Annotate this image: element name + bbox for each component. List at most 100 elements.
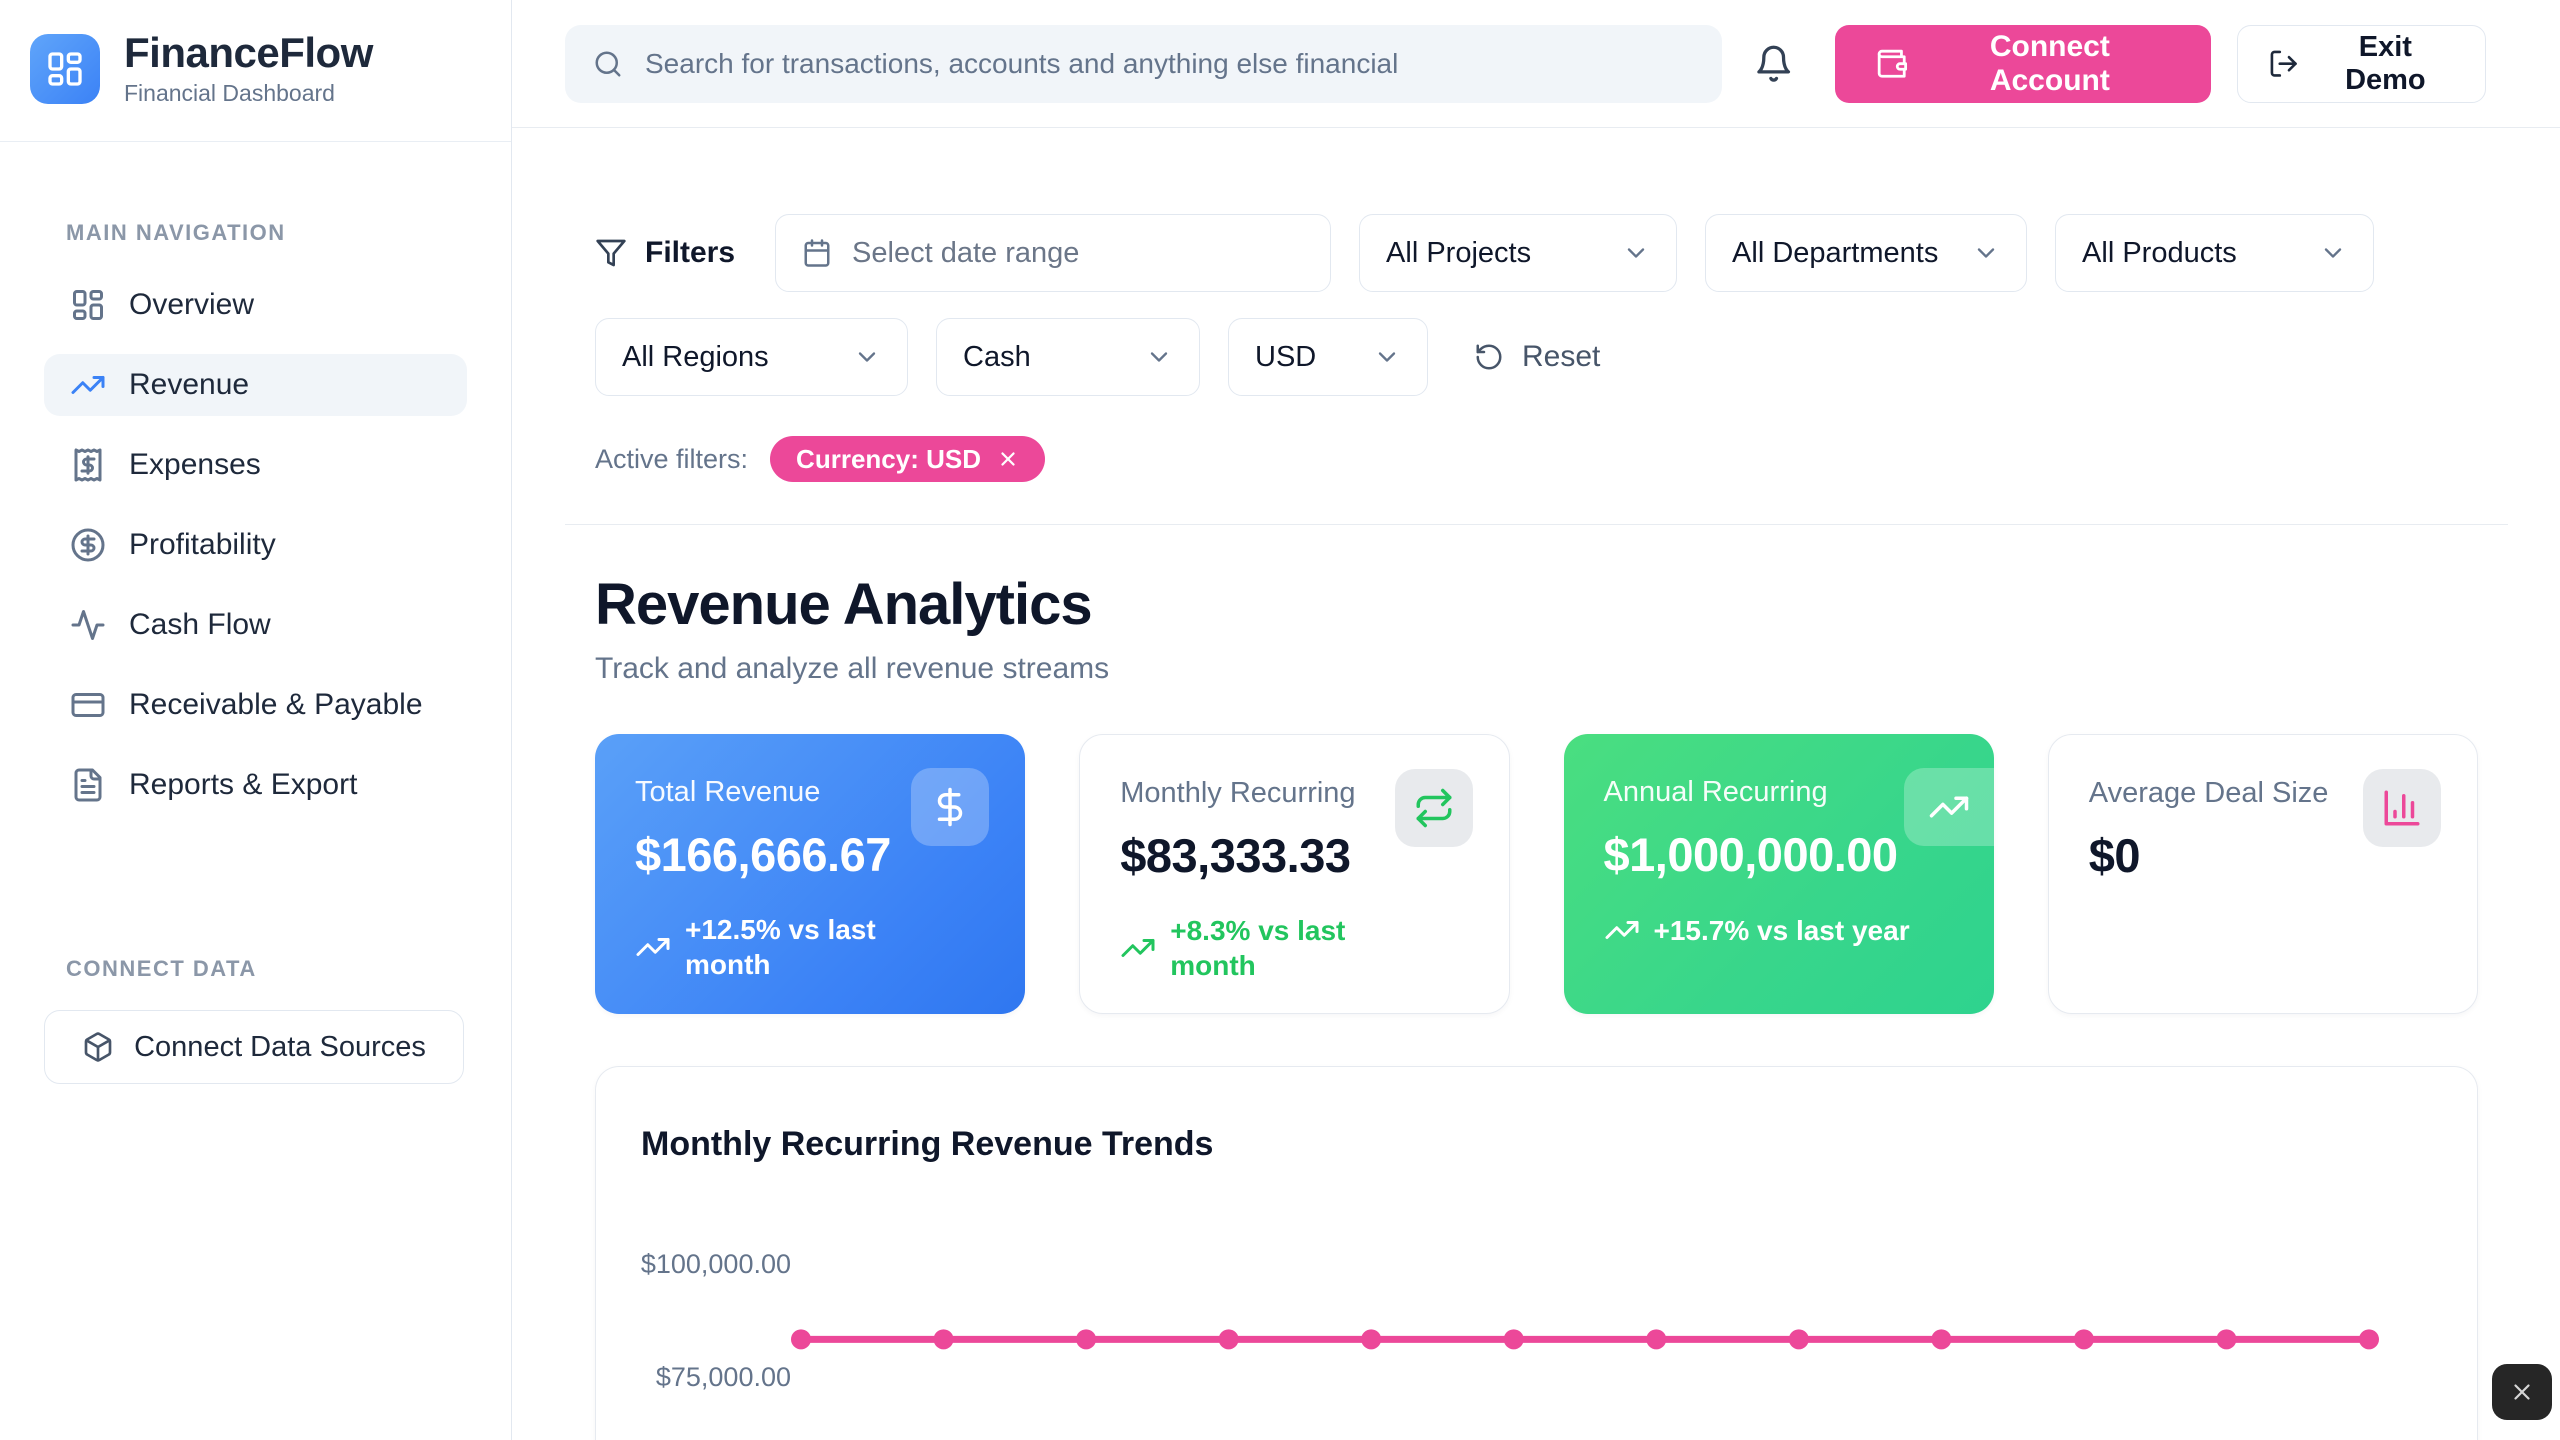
metric-card-monthly-recurring: Monthly Recurring $83,333.33 +8.3% vs la… bbox=[1079, 734, 1509, 1014]
products-select[interactable]: All Products bbox=[2055, 214, 2374, 292]
chevron-down-icon bbox=[1373, 343, 1401, 371]
search-icon bbox=[593, 49, 623, 79]
chart-point bbox=[1076, 1329, 1096, 1349]
sidebar-item-cash-flow[interactable]: Cash Flow bbox=[44, 594, 467, 656]
chart-point bbox=[1219, 1329, 1239, 1349]
metric-card-annual-recurring: Annual Recurring $1,000,000.00 +15.7% vs… bbox=[1564, 734, 1994, 1014]
sidebar-item-expenses[interactable]: Expenses bbox=[44, 434, 467, 496]
filters-row-2: All Regions Cash USD Reset bbox=[595, 318, 2478, 396]
currency-select[interactable]: USD bbox=[1228, 318, 1428, 396]
metric-change: +12.5% vs last month bbox=[635, 912, 985, 982]
chart-point bbox=[1646, 1329, 1666, 1349]
close-icon bbox=[2509, 1379, 2535, 1405]
connect-account-button[interactable]: Connect Account bbox=[1835, 25, 2211, 103]
section-divider bbox=[565, 524, 2508, 525]
exit-demo-button[interactable]: Exit Demo bbox=[2237, 25, 2486, 103]
chart-point bbox=[1361, 1329, 1381, 1349]
floating-close-button[interactable] bbox=[2492, 1364, 2552, 1420]
dollar-sign-icon bbox=[929, 786, 971, 828]
sidebar-item-profitability[interactable]: Profitability bbox=[44, 514, 467, 576]
file-text-icon bbox=[70, 767, 106, 803]
connect-section-label: CONNECT DATA bbox=[66, 956, 511, 982]
close-icon[interactable] bbox=[997, 448, 1019, 470]
reset-label: Reset bbox=[1522, 340, 1600, 374]
y-axis-tick-label: $75,000.00 bbox=[656, 1362, 791, 1392]
trending-up-icon bbox=[1120, 930, 1156, 966]
chart-point bbox=[2074, 1329, 2094, 1349]
trending-up-icon bbox=[70, 367, 106, 403]
search-input[interactable] bbox=[645, 48, 1694, 80]
page-title: Revenue Analytics bbox=[595, 571, 2478, 638]
metric-icon-box bbox=[2363, 769, 2441, 847]
chevron-down-icon bbox=[1622, 239, 1650, 267]
metric-icon-box bbox=[1395, 769, 1473, 847]
connect-data-sources-label: Connect Data Sources bbox=[134, 1031, 426, 1064]
chart-point bbox=[1931, 1329, 1951, 1349]
metric-value: $1,000,000.00 bbox=[1604, 827, 1954, 882]
chart-point bbox=[1504, 1329, 1524, 1349]
sidebar-item-label: Expenses bbox=[129, 448, 261, 482]
trending-up-icon bbox=[635, 929, 671, 965]
financeflow-app: { "brand": { "name": "FinanceFlow", "sub… bbox=[0, 0, 2560, 1440]
chevron-down-icon bbox=[2319, 239, 2347, 267]
currency-filter-chip[interactable]: Currency: USD bbox=[770, 436, 1045, 482]
trending-up-icon bbox=[1928, 786, 1970, 828]
reset-filters-button[interactable]: Reset bbox=[1474, 340, 1600, 374]
app-logo bbox=[30, 34, 100, 104]
date-range-input[interactable]: Select date range bbox=[775, 214, 1331, 292]
active-filters-label: Active filters: bbox=[595, 444, 748, 475]
page-subtitle: Track and analyze all revenue streams bbox=[595, 652, 2478, 686]
main-navigation: Overview Revenue Expenses Profitability … bbox=[0, 274, 511, 816]
chevron-down-icon bbox=[853, 343, 881, 371]
connect-account-label: Connect Account bbox=[1928, 30, 2171, 98]
sidebar-item-label: Cash Flow bbox=[129, 608, 271, 642]
mrr-line-chart: $100,000.00$75,000.00$50,000.00 bbox=[596, 1067, 2478, 1440]
filters-row-1: Filters Select date range All Projects A… bbox=[595, 214, 2478, 292]
global-search[interactable] bbox=[565, 25, 1722, 103]
chart-point bbox=[2359, 1329, 2379, 1349]
app-subtitle: Financial Dashboard bbox=[124, 80, 373, 107]
metric-label: Annual Recurring bbox=[1604, 776, 1954, 809]
regions-select[interactable]: All Regions bbox=[595, 318, 908, 396]
notifications-bell-icon[interactable] bbox=[1754, 44, 1793, 84]
chevron-down-icon bbox=[1145, 343, 1173, 371]
metric-change: +8.3% vs last month bbox=[1120, 913, 1468, 983]
mrr-trends-chart-card: Monthly Recurring Revenue Trends $100,00… bbox=[595, 1066, 2478, 1440]
credit-card-icon bbox=[70, 687, 106, 723]
payment-method-select[interactable]: Cash bbox=[936, 318, 1200, 396]
departments-select[interactable]: All Departments bbox=[1705, 214, 2027, 292]
chart-point bbox=[934, 1329, 954, 1349]
projects-select[interactable]: All Projects bbox=[1359, 214, 1677, 292]
chart-point bbox=[1789, 1329, 1809, 1349]
active-filters-row: Active filters: Currency: USD bbox=[595, 436, 2478, 482]
metric-card-average-deal-size: Average Deal Size $0 bbox=[2048, 734, 2478, 1014]
nav-section-label: MAIN NAVIGATION bbox=[66, 220, 511, 246]
sidebar-item-receivable-payable[interactable]: Receivable & Payable bbox=[44, 674, 467, 736]
chevron-down-icon bbox=[1972, 239, 2000, 267]
sidebar-item-label: Profitability bbox=[129, 528, 276, 562]
top-header: Connect Account Exit Demo bbox=[512, 0, 2560, 128]
chart-point bbox=[791, 1329, 811, 1349]
rotate-ccw-icon bbox=[1474, 342, 1504, 372]
sidebar-item-revenue[interactable]: Revenue bbox=[44, 354, 467, 416]
funnel-icon bbox=[595, 237, 627, 269]
metric-change: +15.7% vs last year bbox=[1604, 912, 1954, 948]
layout-dashboard-icon bbox=[45, 49, 85, 89]
date-range-placeholder: Select date range bbox=[852, 237, 1079, 270]
wallet-icon bbox=[1875, 47, 1908, 81]
sidebar-item-overview[interactable]: Overview bbox=[44, 274, 467, 336]
y-axis-tick-label: $100,000.00 bbox=[641, 1249, 791, 1279]
filters-label: Filters bbox=[595, 236, 735, 270]
receipt-icon bbox=[70, 447, 106, 483]
app-title: FinanceFlow bbox=[124, 30, 373, 76]
metric-icon-box bbox=[911, 768, 989, 846]
connect-data-sources-button[interactable]: Connect Data Sources bbox=[44, 1010, 464, 1084]
chart-point bbox=[2216, 1329, 2236, 1349]
logout-icon bbox=[2268, 48, 2299, 80]
metric-card-total-revenue: Total Revenue $166,666.67 +12.5% vs last… bbox=[595, 734, 1025, 1014]
metric-icon-box bbox=[1904, 768, 1994, 846]
package-icon bbox=[82, 1031, 114, 1063]
sidebar: FinanceFlow Financial Dashboard MAIN NAV… bbox=[0, 0, 512, 1440]
layout-dashboard-icon bbox=[70, 287, 106, 323]
sidebar-item-reports-export[interactable]: Reports & Export bbox=[44, 754, 467, 816]
